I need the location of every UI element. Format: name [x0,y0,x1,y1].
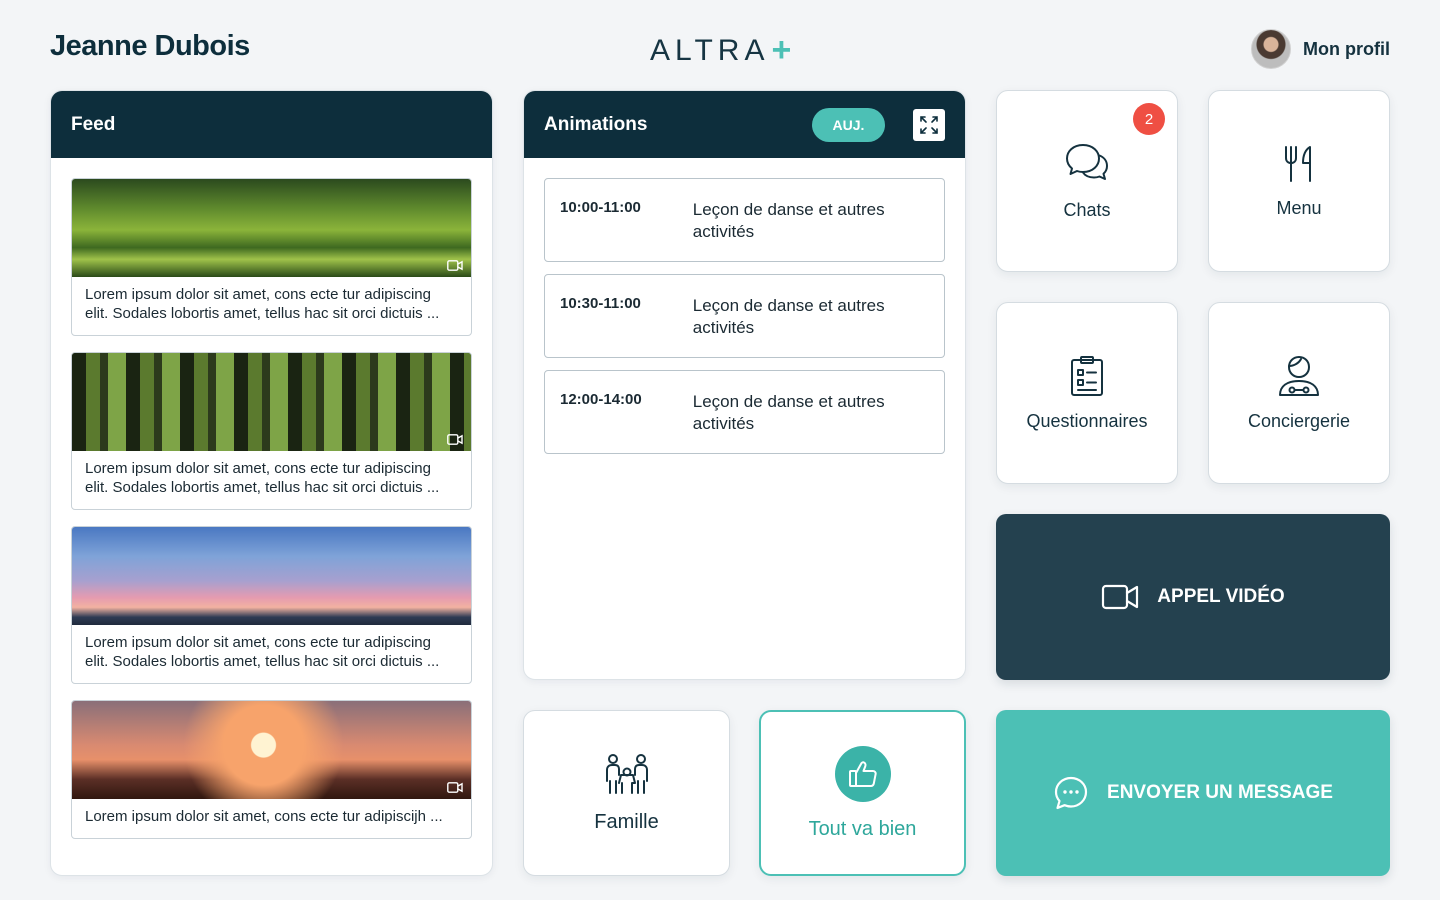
video-call-button[interactable]: APPEL VIDÉO [996,514,1390,680]
feed-item-text: Lorem ipsum dolor sit amet, cons ecte tu… [85,808,443,825]
message-bubble-icon [1054,776,1088,810]
feed-image[interactable] [72,527,471,625]
today-button[interactable]: AUJ. [812,107,885,142]
menu-label: Menu [1276,197,1322,218]
questionnaires-tile[interactable]: Questionnaires [996,302,1178,484]
video-call-label: APPEL VIDÉO [1157,586,1285,607]
profile-button[interactable]: Mon profil [1251,29,1390,69]
feed-item-text: Lorem ipsum dolor sit amet, cons ecte tu… [85,634,440,670]
animation-time: 12:00-14:00 [560,391,642,408]
send-message-label: ENVOYER UN MESSAGE [1107,782,1333,803]
animations-list: 10:00-11:00 Leçon de danse et autres act… [524,158,965,454]
animations-panel: Animations AUJ. 10:00-11:00 Leçon de dan… [523,90,966,680]
questionnaires-label: Questionnaires [1026,410,1148,431]
video-icon [447,434,463,445]
animation-item[interactable]: 10:00-11:00 Leçon de danse et autres act… [544,178,945,262]
feed-panel: Feed Lorem ipsum dolor sit amet, cons ec… [50,90,493,876]
video-camera-icon [1102,584,1139,610]
feed-item[interactable]: Lorem ipsum dolor sit amet, cons ecte tu… [71,526,472,684]
animation-item[interactable]: 10:30-11:00 Leçon de danse et autres act… [544,274,945,358]
animation-time: 10:00-11:00 [560,199,641,216]
feed-header: Feed [51,91,492,158]
feed-item[interactable]: Lorem ipsum dolor sit amet, cons ecte tu… [71,700,472,839]
send-message-button[interactable]: ENVOYER UN MESSAGE [996,710,1390,876]
conciergerie-label: Conciergerie [1247,410,1351,431]
animation-item[interactable]: 12:00-14:00 Leçon de danse et autres act… [544,370,945,454]
expand-icon [920,115,938,134]
feed-title: Feed [71,113,116,135]
chats-badge: 2 [1133,103,1165,135]
brand-logo: ALTRA + [650,30,792,69]
video-icon [447,260,463,271]
animation-title: Leçon de danse et autres activités [692,392,885,433]
animation-title: Leçon de danse et autres activités [692,200,885,241]
profile-label[interactable]: Mon profil [1303,39,1390,60]
animation-title: Leçon de danse et autres activités [692,296,885,337]
famille-tile[interactable]: Famille [523,710,730,876]
avatar[interactable] [1251,29,1291,69]
user-name: Jeanne Dubois [50,30,250,62]
family-icon [605,753,648,794]
animation-time: 10:30-11:00 [560,295,641,312]
clipboard-icon [1071,355,1103,396]
thumbs-up-badge [834,745,891,802]
chats-tile[interactable]: 2 Chats [996,90,1178,272]
brand-text: ALTRA [650,34,770,67]
video-icon [447,782,463,793]
concierge-icon [1279,355,1319,396]
feed-list: Lorem ipsum dolor sit amet, cons ecte tu… [51,158,492,839]
animations-header: Animations AUJ. [524,91,965,158]
feed-image[interactable] [72,353,471,451]
menu-tile[interactable]: Menu [1208,90,1390,272]
feed-item-text: Lorem ipsum dolor sit amet, cons ecte tu… [85,286,440,322]
expand-button[interactable] [913,108,945,141]
feed-item[interactable]: Lorem ipsum dolor sit amet, cons ecte tu… [71,352,472,510]
feed-item[interactable]: Lorem ipsum dolor sit amet, cons ecte tu… [71,178,472,336]
feed-item-text: Lorem ipsum dolor sit amet, cons ecte tu… [85,460,440,496]
chats-label: Chats [1063,199,1111,220]
thumbs-up-icon [848,760,877,787]
chat-bubbles-icon [1066,143,1108,180]
feed-image[interactable] [72,179,471,277]
famille-label: Famille [594,810,659,833]
fork-knife-icon [1285,145,1311,182]
feed-image[interactable] [72,701,471,799]
tout-va-bien-tile[interactable]: Tout va bien [759,710,966,876]
conciergerie-tile[interactable]: Conciergerie [1208,302,1390,484]
tout-va-bien-label: Tout va bien [808,817,917,840]
animations-title: Animations [544,113,648,135]
brand-plus: + [771,30,792,69]
